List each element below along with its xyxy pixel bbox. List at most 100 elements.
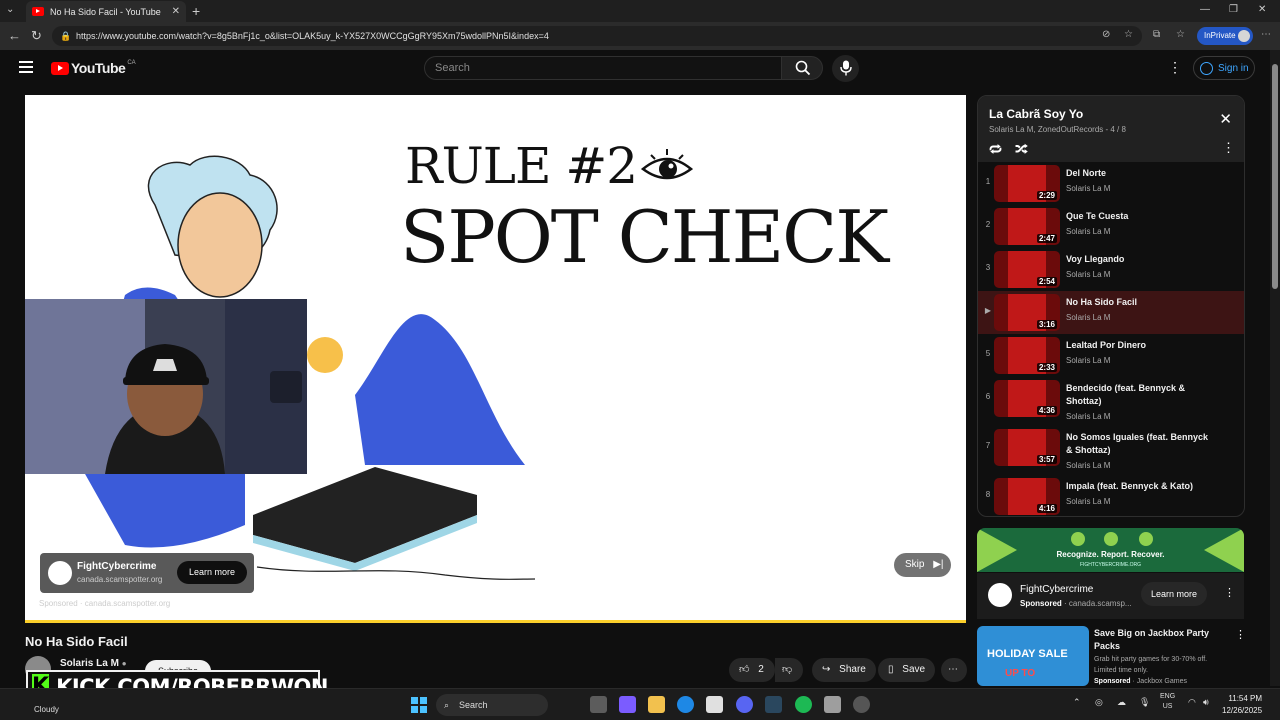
window-close-icon[interactable]: ✕	[1258, 4, 1266, 15]
playlist-item-thumbnail[interactable]: 2:33	[994, 337, 1060, 374]
playlist-item-title[interactable]: Voy Llegando	[1066, 253, 1216, 266]
side-ad-banner[interactable]: Recognize. Report. Recover. FIGHTCYBERCR…	[977, 528, 1244, 572]
ad-progress-bar[interactable]	[25, 620, 966, 623]
share-button[interactable]: ↪ Share	[812, 658, 876, 682]
language-indicator[interactable]: ENG US	[1160, 692, 1175, 712]
tab-close-icon[interactable]: ✕	[172, 6, 180, 17]
playlist-item-thumbnail[interactable]: 3:57	[994, 429, 1060, 466]
weather-label[interactable]: Cloudy	[34, 705, 59, 714]
taskbar-clock[interactable]: 11:54 PM 12/26/2025	[1222, 693, 1262, 717]
lock-icon: 🔒	[60, 31, 72, 41]
loop-icon[interactable]: 🔁︎	[989, 140, 1002, 159]
file-explorer-icon[interactable]	[648, 696, 665, 713]
playlist-kebab-icon[interactable]: ⋮	[1222, 140, 1235, 156]
calculator-icon[interactable]	[824, 696, 841, 713]
skip-next-icon: ▶|	[933, 559, 944, 570]
jackbox-ad-description: Grab hit party games for 30-70% off. Lim…	[1094, 656, 1208, 674]
discord-icon[interactable]	[736, 696, 753, 713]
playlist-item-thumbnail[interactable]: 2:54	[994, 251, 1060, 288]
wifi-icon[interactable]: ◠	[1188, 697, 1196, 708]
side-ad-row[interactable]: FightCybercrime Sponsored · canada.scams…	[977, 573, 1244, 619]
ad-overlay-card[interactable]: FightCybercrime canada.scamspotter.org L…	[40, 553, 254, 593]
playlist-item[interactable]: 3 2:54 Voy Llegando Solaris La M	[978, 248, 1244, 291]
playlist-item[interactable]: 7 3:57 No Somos Iguales (feat. Bennyck & S…	[978, 426, 1244, 470]
voice-search-button[interactable]	[832, 55, 859, 82]
search-button[interactable]	[781, 56, 823, 80]
playlist-item[interactable]: 6 4:36 Bendecido (feat. Bennyck & Shottaz)…	[978, 377, 1244, 421]
jackbox-thumb-headline: HOLIDAY SALE	[987, 648, 1068, 660]
refresh-icon[interactable]: ↻	[31, 28, 42, 44]
volume-icon[interactable]: 🔊︎	[1203, 697, 1209, 708]
settings-kebab-icon[interactable]: ⋮	[1168, 59, 1182, 76]
playlist-item[interactable]: 8 4:16 Impala (feat. Bennyck & Kato) Solari…	[978, 475, 1244, 516]
skip-ad-button[interactable]: Skip ▶|	[894, 553, 951, 577]
tray-overflow-icon[interactable]: ⌃	[1073, 697, 1081, 708]
obs-icon[interactable]	[853, 696, 870, 713]
ad-learn-more-button[interactable]: Learn more	[177, 561, 247, 584]
more-actions-icon[interactable]: ⋯	[941, 658, 967, 682]
like-button[interactable]: 👍︎ 2	[729, 658, 775, 682]
playlist-item[interactable]: ▶ 3:16 No Ha Sido Facil Solaris La M	[978, 291, 1244, 334]
favorite-star-icon[interactable]: ☆	[1124, 29, 1133, 40]
playlist-item-thumbnail[interactable]: 3:16	[994, 294, 1060, 331]
copilot-icon[interactable]	[619, 696, 636, 713]
restore-icon[interactable]: ❐	[1229, 4, 1238, 15]
browser-tab[interactable]: No Ha Sido Facil - YouTube ✕	[26, 1, 186, 22]
favorites-icon[interactable]: ☆	[1176, 29, 1185, 40]
dislike-button[interactable]: 👎︎	[775, 658, 803, 682]
playlist-item-title[interactable]: No Somos Iguales (feat. Bennyck & Shotta…	[1066, 431, 1216, 457]
jackbox-ad-thumbnail[interactable]: HOLIDAY SALE UP TO	[977, 626, 1089, 686]
browser-menu-icon[interactable]: ⋯	[1261, 29, 1271, 40]
steam-icon[interactable]	[765, 696, 782, 713]
new-tab-icon[interactable]: +	[192, 3, 200, 19]
playlist-title[interactable]: La Cabrã Soy Yo	[989, 107, 1083, 121]
windows-start-icon[interactable]	[411, 697, 427, 713]
playlist-item[interactable]: 2 2:47 Que Te Cuesta Solaris La M	[978, 205, 1244, 248]
playlist-item-title[interactable]: Del Norte	[1066, 167, 1216, 180]
mic-tray-icon[interactable]: 🎙︎	[1139, 697, 1150, 708]
playlist-item-title[interactable]: Lealtad Por Dinero	[1066, 339, 1216, 352]
playlist-item-thumbnail[interactable]: 2:47	[994, 208, 1060, 245]
verified-icon: ●	[121, 659, 127, 668]
scrollbar-thumb[interactable]	[1272, 64, 1278, 289]
tray-app-icon[interactable]: ◎	[1095, 697, 1103, 708]
playlist-close-icon[interactable]: ✕	[1219, 110, 1232, 128]
tab-actions-chevron-icon[interactable]: ⌄	[6, 4, 14, 15]
store-icon[interactable]	[706, 696, 723, 713]
playlist-item-index: 1	[985, 177, 991, 186]
tracking-prevention-icon[interactable]: ⊘	[1102, 29, 1110, 40]
back-icon[interactable]: ←	[8, 28, 21, 43]
minimize-icon[interactable]: —	[1200, 4, 1210, 15]
playlist-item-title[interactable]: Que Te Cuesta	[1066, 210, 1216, 223]
spotify-icon[interactable]	[795, 696, 812, 713]
playlist-item[interactable]: 1 2:29 Del Norte Solaris La M	[978, 162, 1244, 205]
task-view-icon[interactable]	[590, 696, 607, 713]
video-player[interactable]: RULE #2 SPOT CHECK FightCybercrime canad…	[25, 95, 966, 623]
shuffle-icon[interactable]: 🔀︎	[1015, 140, 1028, 159]
logo-wordmark: YouTube	[71, 60, 126, 76]
jackbox-kebab-icon[interactable]: ⋮	[1235, 628, 1246, 641]
playlist-item-title[interactable]: Impala (feat. Bennyck & Kato)	[1066, 480, 1216, 493]
playlist-item-thumbnail[interactable]: 4:36	[994, 380, 1060, 417]
page-scrollbar[interactable]	[1270, 50, 1280, 686]
playlist-item-title[interactable]: Bendecido (feat. Bennyck & Shottaz)	[1066, 382, 1216, 408]
extensions-icon[interactable]: ⧉	[1153, 29, 1160, 40]
edge-browser-icon[interactable]	[677, 696, 694, 713]
jackbox-ad-title[interactable]: Save Big on Jackbox Party Packs	[1094, 627, 1230, 653]
url-field[interactable]: 🔒 https://www.youtube.com/watch?v=8g5BnF…	[52, 26, 1142, 46]
playlist-item-title[interactable]: No Ha Sido Facil	[1066, 296, 1216, 309]
playlist-item[interactable]: 5 2:33 Lealtad Por Dinero Solaris La M	[978, 334, 1244, 377]
onedrive-icon[interactable]: ☁	[1117, 697, 1126, 708]
side-ad-learn-more-button[interactable]: Learn more	[1141, 582, 1207, 606]
side-ad-kebab-icon[interactable]: ⋮	[1224, 586, 1235, 599]
playlist-item-thumbnail[interactable]: 2:29	[994, 165, 1060, 202]
save-button[interactable]: ▯ Save	[878, 658, 936, 682]
playlist-item-thumbnail[interactable]: 4:16	[994, 478, 1060, 515]
search-input[interactable]: Search	[424, 56, 781, 80]
youtube-logo[interactable]: YouTube CA	[51, 60, 136, 76]
inprivate-badge[interactable]: InPrivate	[1197, 27, 1253, 45]
hamburger-menu-icon[interactable]	[19, 61, 33, 73]
channel-name[interactable]: Solaris La M ●	[60, 658, 127, 669]
sign-in-button[interactable]: Sign in	[1193, 56, 1255, 80]
taskbar-search[interactable]: ⌕ Search	[436, 694, 548, 716]
